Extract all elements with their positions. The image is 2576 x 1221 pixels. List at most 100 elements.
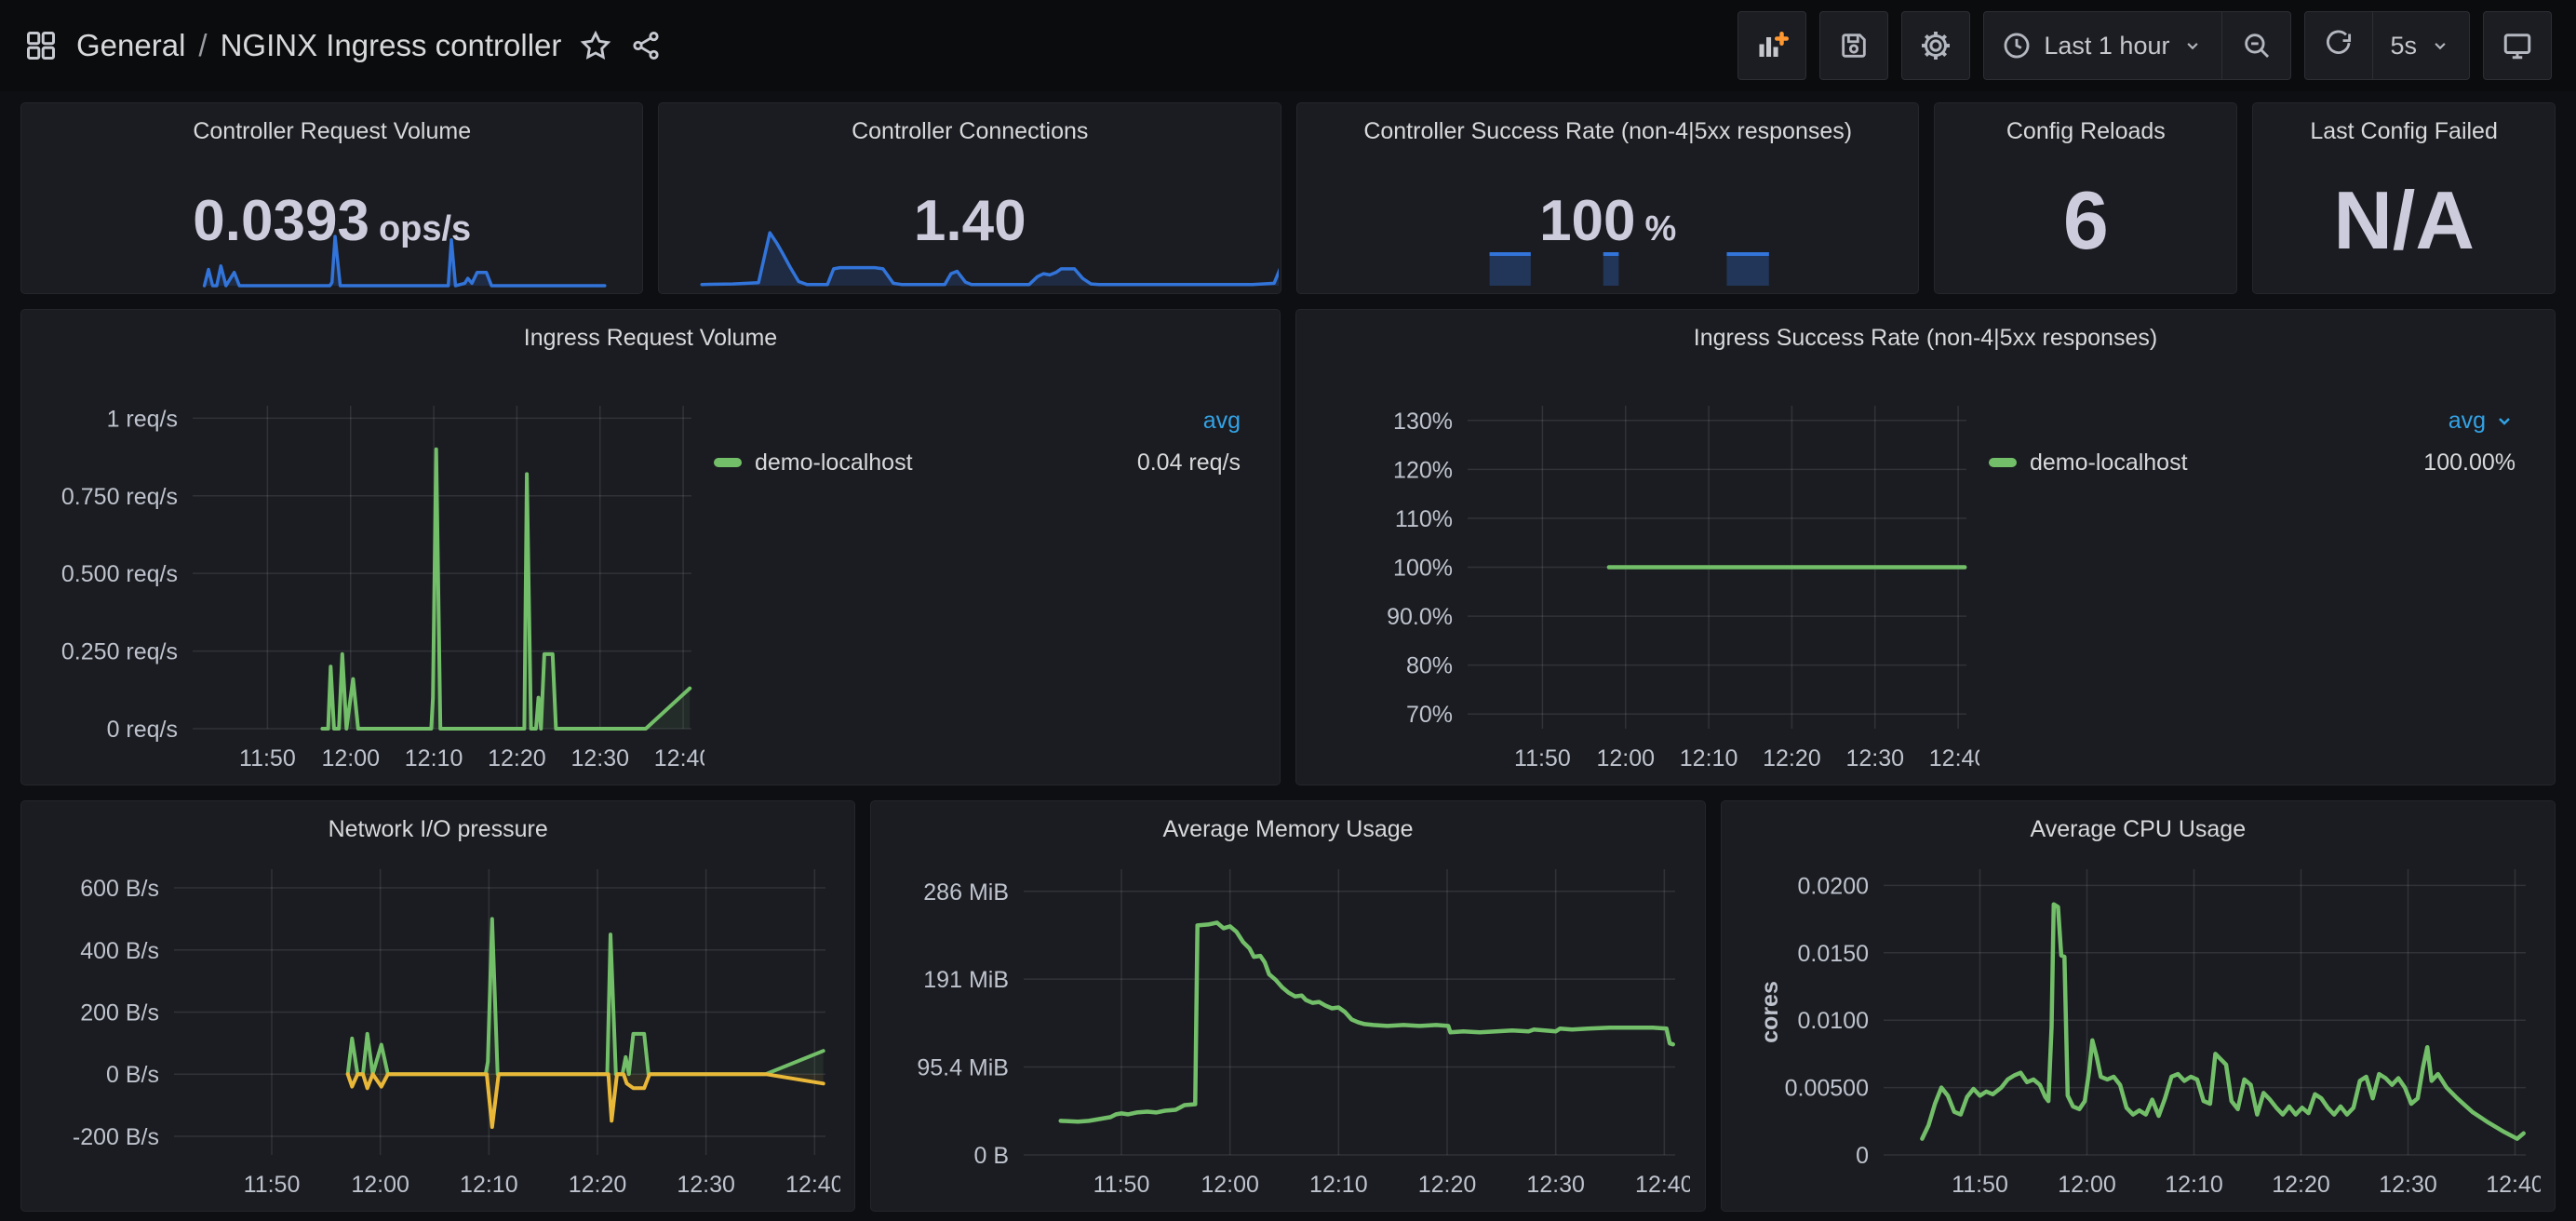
share-icon[interactable] bbox=[630, 30, 662, 61]
svg-text:100%: 100% bbox=[1393, 556, 1453, 582]
svg-text:-200 B/s: -200 B/s bbox=[73, 1124, 159, 1150]
svg-text:120%: 120% bbox=[1393, 457, 1453, 483]
svg-text:0 req/s: 0 req/s bbox=[107, 717, 178, 743]
svg-text:12:20: 12:20 bbox=[2272, 1172, 2330, 1198]
apps-grid-icon[interactable] bbox=[24, 29, 58, 62]
panel-controller-connections: Controller Connections 1.40 bbox=[658, 102, 1281, 294]
svg-text:12:30: 12:30 bbox=[677, 1172, 735, 1198]
svg-text:90.0%: 90.0% bbox=[1387, 604, 1453, 630]
cycle-view-mode-button[interactable] bbox=[2483, 11, 2552, 80]
svg-text:0 B: 0 B bbox=[974, 1143, 1010, 1169]
dashboard-grid: Controller Request Volume 0.0393ops/s Co… bbox=[0, 91, 2576, 1219]
series-name[interactable]: demo-localhost bbox=[2030, 449, 2188, 476]
panel-controller-success-rate: Controller Success Rate (non-4|5xx respo… bbox=[1296, 102, 1919, 294]
clock-icon bbox=[2001, 30, 2033, 61]
average-cpu-usage-chart[interactable]: 11:5012:0012:1012:2012:3012:400.02000.01… bbox=[1735, 846, 2541, 1211]
svg-text:12:20: 12:20 bbox=[488, 745, 546, 772]
svg-text:11:50: 11:50 bbox=[239, 745, 296, 772]
save-dashboard-button[interactable] bbox=[1819, 11, 1888, 80]
refresh-button[interactable] bbox=[2304, 11, 2373, 80]
refresh-group: 5s bbox=[2304, 11, 2470, 80]
svg-text:70%: 70% bbox=[1406, 702, 1453, 728]
chevron-down-icon bbox=[2493, 409, 2516, 432]
breadcrumb-folder[interactable]: General bbox=[76, 28, 185, 63]
panel-title[interactable]: Average Memory Usage bbox=[871, 801, 1704, 846]
panel-average-cpu-usage: Average CPU Usage 11:5012:0012:1012:2012… bbox=[1721, 800, 2556, 1212]
zoom-out-icon bbox=[2241, 30, 2273, 61]
svg-text:12:00: 12:00 bbox=[1201, 1172, 1260, 1198]
svg-text:12:00: 12:00 bbox=[1596, 745, 1655, 772]
stat-value: 100% bbox=[1539, 188, 1676, 254]
panel-title[interactable]: Last Config Failed bbox=[2253, 103, 2555, 148]
stat-value: N/A bbox=[2333, 173, 2475, 268]
add-panel-icon bbox=[1755, 29, 1789, 62]
ingress-success-rate-chart[interactable]: 11:5012:0012:1012:2012:3012:40130%120%11… bbox=[1309, 355, 1979, 785]
panel-title[interactable]: Controller Connections bbox=[659, 103, 1280, 148]
panel-title[interactable]: Config Reloads bbox=[1935, 103, 2236, 148]
svg-text:12:10: 12:10 bbox=[460, 1172, 518, 1198]
panel-network-io-pressure: Network I/O pressure 11:5012:0012:1012:2… bbox=[20, 800, 855, 1212]
refresh-interval-button[interactable]: 5s bbox=[2373, 11, 2470, 80]
panel-controller-request-volume: Controller Request Volume 0.0393ops/s bbox=[20, 102, 643, 294]
series-value: 100.00% bbox=[2423, 449, 2516, 476]
svg-text:0.250 req/s: 0.250 req/s bbox=[61, 639, 178, 665]
svg-text:191 MiB: 191 MiB bbox=[924, 967, 1010, 993]
svg-text:11:50: 11:50 bbox=[244, 1172, 301, 1198]
legend-row: demo-localhost 100.00% bbox=[1989, 440, 2516, 485]
refresh-icon bbox=[2323, 30, 2355, 61]
ingress-request-volume-chart[interactable]: 11:5012:0012:1012:2012:3012:401 req/s0.7… bbox=[34, 355, 704, 785]
panel-title[interactable]: Average CPU Usage bbox=[1722, 801, 2555, 846]
svg-text:80%: 80% bbox=[1406, 653, 1453, 679]
panel-title[interactable]: Controller Request Volume bbox=[21, 103, 642, 148]
svg-text:12:20: 12:20 bbox=[569, 1172, 627, 1198]
svg-text:400 B/s: 400 B/s bbox=[80, 938, 159, 964]
svg-text:12:40: 12:40 bbox=[1635, 1172, 1690, 1198]
refresh-interval-label: 5s bbox=[2390, 32, 2417, 60]
gear-icon bbox=[1919, 29, 1952, 62]
controller-request-volume-sparkline[interactable] bbox=[23, 232, 640, 288]
dashboard-settings-button[interactable] bbox=[1901, 11, 1970, 80]
panel-title[interactable]: Ingress Request Volume bbox=[21, 310, 1280, 355]
svg-text:12:30: 12:30 bbox=[570, 745, 629, 772]
time-range-button[interactable]: Last 1 hour bbox=[1983, 11, 2222, 80]
panel-title[interactable]: Network I/O pressure bbox=[21, 801, 854, 846]
svg-text:200 B/s: 200 B/s bbox=[80, 1000, 159, 1026]
svg-text:12:40: 12:40 bbox=[654, 745, 704, 772]
controller-connections-sparkline[interactable] bbox=[661, 221, 1278, 288]
panel-average-memory-usage: Average Memory Usage 11:5012:0012:1012:2… bbox=[870, 800, 1705, 1212]
save-icon bbox=[1838, 30, 1870, 61]
time-range-label: Last 1 hour bbox=[2044, 32, 2169, 60]
svg-text:130%: 130% bbox=[1393, 409, 1453, 435]
panel-ingress-success-rate: Ingress Success Rate (non-4|5xx response… bbox=[1295, 309, 2556, 785]
average-memory-usage-chart[interactable]: 11:5012:0012:1012:2012:3012:40286 MiB191… bbox=[884, 846, 1690, 1211]
network-io-pressure-chart[interactable]: 11:5012:0012:1012:2012:3012:40600 B/s400… bbox=[34, 846, 840, 1211]
breadcrumb: General / NGINX Ingress controller bbox=[76, 28, 561, 63]
svg-text:286 MiB: 286 MiB bbox=[924, 879, 1010, 906]
svg-text:110%: 110% bbox=[1395, 506, 1453, 532]
panel-title[interactable]: Controller Success Rate (non-4|5xx respo… bbox=[1297, 103, 1918, 148]
stat-body: N/A bbox=[2253, 148, 2555, 293]
add-panel-button[interactable] bbox=[1737, 11, 1806, 80]
panel-title[interactable]: Ingress Success Rate (non-4|5xx response… bbox=[1296, 310, 2555, 355]
svg-text:600 B/s: 600 B/s bbox=[80, 876, 159, 902]
zoom-out-time-button[interactable] bbox=[2222, 11, 2291, 80]
svg-text:11:50: 11:50 bbox=[1093, 1172, 1150, 1198]
svg-text:12:00: 12:00 bbox=[321, 745, 380, 772]
svg-text:12:10: 12:10 bbox=[2165, 1172, 2223, 1198]
stat-value: 6 bbox=[2063, 173, 2109, 268]
panel-ingress-request-volume: Ingress Request Volume 11:5012:0012:1012… bbox=[20, 309, 1281, 785]
svg-text:12:40: 12:40 bbox=[2486, 1172, 2541, 1198]
series-name[interactable]: demo-localhost bbox=[755, 449, 913, 476]
breadcrumb-separator: / bbox=[198, 28, 207, 63]
svg-text:12:40: 12:40 bbox=[785, 1172, 840, 1198]
legend-sort-header[interactable]: avg bbox=[714, 401, 1241, 440]
panel-config-reloads: Config Reloads 6 bbox=[1934, 102, 2237, 294]
legend-sort-header[interactable]: avg bbox=[1989, 401, 2516, 440]
legend-row: demo-localhost 0.04 req/s bbox=[714, 440, 1241, 485]
series-color-swatch bbox=[714, 458, 742, 467]
controller-success-rate-bars[interactable] bbox=[1299, 247, 1916, 288]
star-icon[interactable] bbox=[580, 30, 611, 61]
svg-text:0.750 req/s: 0.750 req/s bbox=[61, 484, 178, 510]
svg-text:0.500 req/s: 0.500 req/s bbox=[61, 561, 178, 587]
svg-text:12:40: 12:40 bbox=[1929, 745, 1979, 772]
